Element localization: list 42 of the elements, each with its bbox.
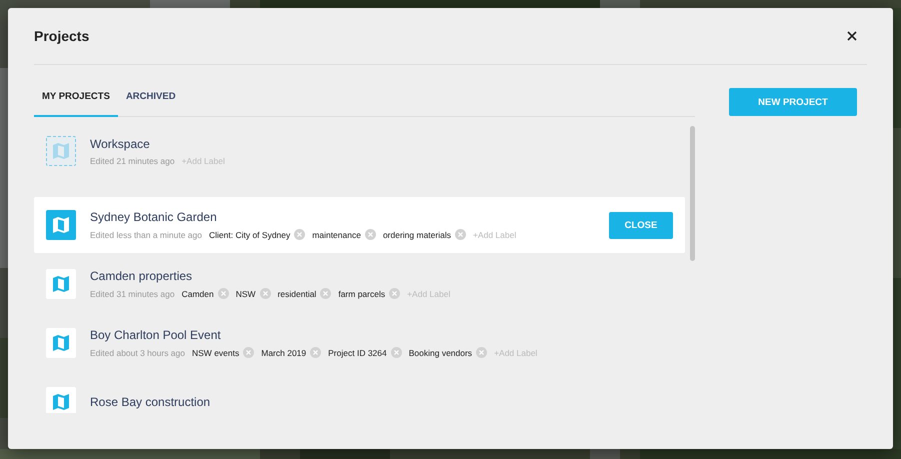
remove-icon[interactable] — [390, 347, 402, 358]
remove-icon[interactable] — [218, 288, 229, 299]
edited-time: Edited less than a minute ago — [90, 230, 202, 240]
remove-icon[interactable] — [389, 288, 400, 299]
tab[interactable]: MY PROJECTS — [34, 91, 118, 117]
project-label: NSW events — [192, 348, 240, 358]
edited-time: Edited 21 minutes ago — [90, 156, 175, 166]
project-label: ordering materials — [382, 230, 451, 240]
project-label: Booking vendors — [408, 348, 472, 358]
map-icon — [52, 275, 70, 293]
map-icon — [52, 393, 70, 411]
remove-icon[interactable] — [260, 288, 271, 299]
remove-icon[interactable] — [364, 229, 376, 240]
project-row[interactable]: Rose Bay construction — [34, 374, 685, 413]
tab[interactable]: ARCHIVED — [118, 91, 184, 117]
map-icon — [52, 142, 70, 160]
project-label: maintenance — [312, 230, 361, 240]
remove-icon[interactable] — [310, 347, 322, 358]
project-label: NSW — [236, 288, 256, 298]
dialog-title: Projects — [34, 28, 90, 44]
project-row[interactable]: Sydney Botanic Garden Edited less than a minute ago Client: City of Sydney maintenance ordering materials +Add Label CLOSE — [34, 197, 685, 253]
scrollbar-thumb[interactable] — [690, 126, 695, 261]
remove-icon[interactable] — [454, 229, 466, 240]
remove-icon[interactable] — [294, 229, 306, 240]
remove-icon[interactable] — [320, 288, 332, 299]
edited-time: Edited about 3 hours ago — [90, 348, 185, 358]
project-label: March 2019 — [261, 348, 306, 358]
project-name: Boy Charlton Pool Event — [90, 328, 222, 342]
project-name: Rose Bay construction — [90, 395, 212, 409]
remove-icon[interactable] — [243, 347, 254, 358]
project-label: Camden — [182, 288, 214, 298]
project-label: farm parcels — [338, 288, 386, 298]
project-label: Client: City of Sydney — [209, 230, 290, 240]
map-icon — [52, 334, 70, 352]
project-label: Project ID 3264 — [328, 348, 387, 358]
remove-icon[interactable] — [476, 347, 488, 358]
edited-time: Edited 31 minutes ago — [90, 288, 175, 298]
project-label: residential — [278, 288, 316, 298]
project-name: Sydney Botanic Garden — [90, 210, 218, 224]
project-name: Camden properties — [90, 269, 194, 283]
project-name: Workspace — [90, 136, 151, 150]
map-icon — [52, 216, 70, 234]
